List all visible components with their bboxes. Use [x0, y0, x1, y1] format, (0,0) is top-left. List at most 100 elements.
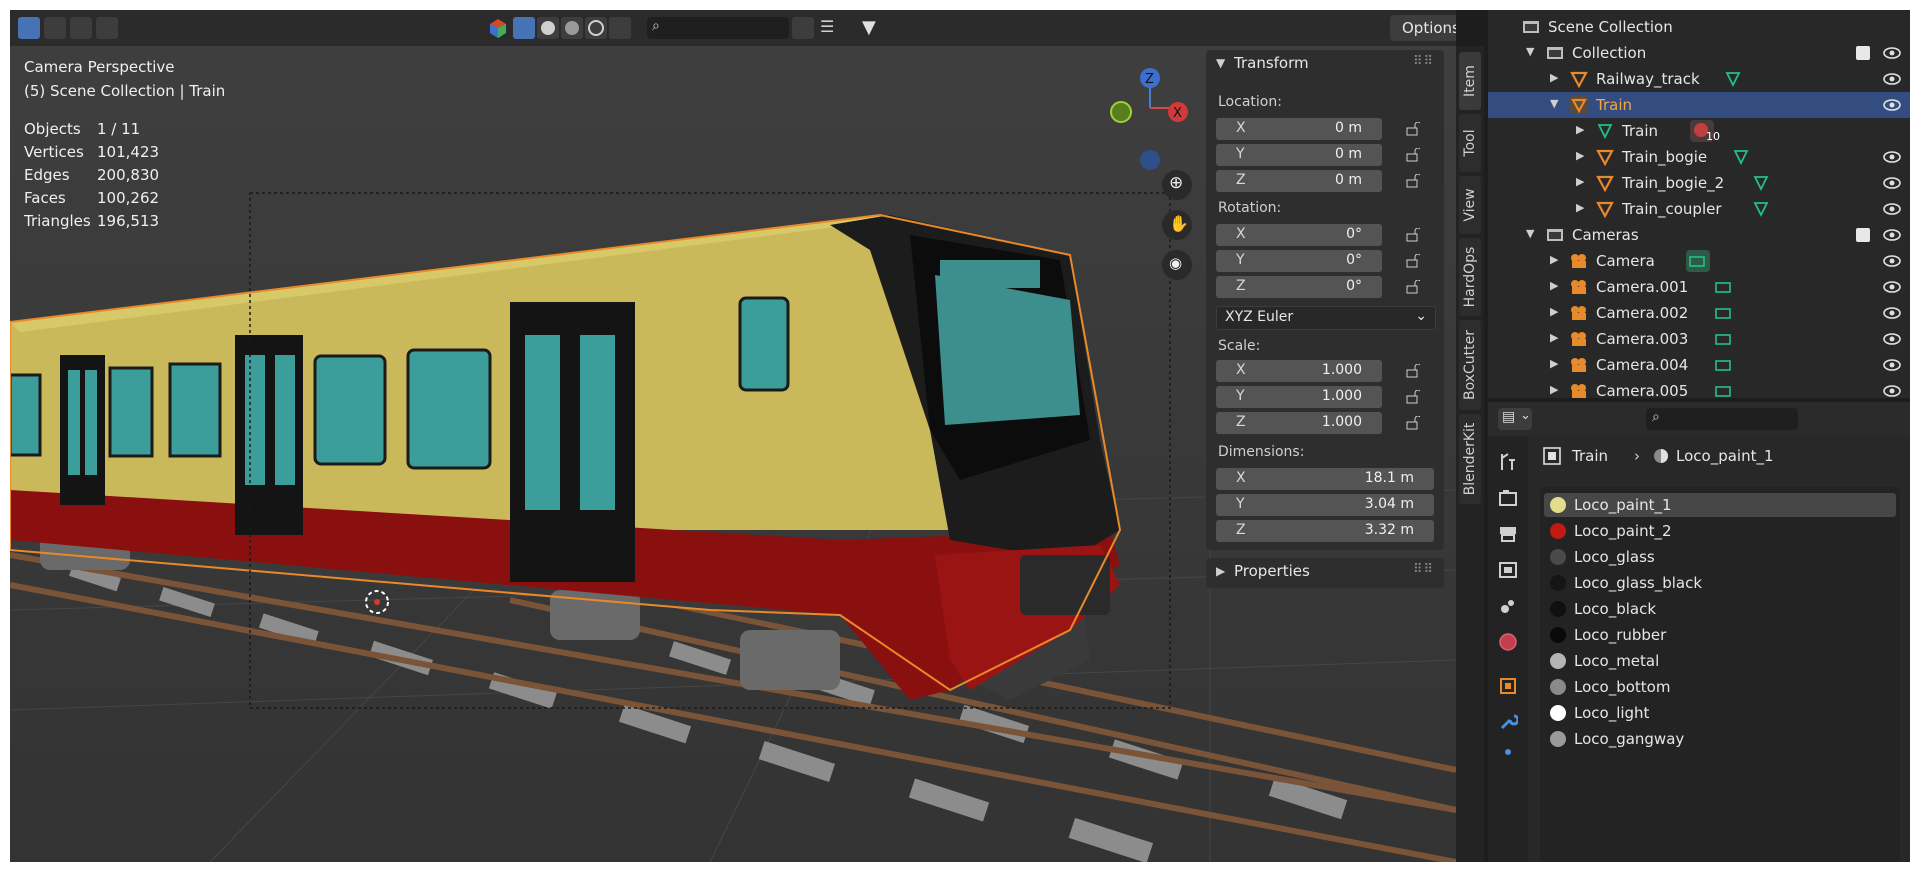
- lock-icon[interactable]: [1406, 390, 1420, 404]
- drag-grip-icon[interactable]: ⠿⠿: [1413, 54, 1434, 69]
- 3d-viewport[interactable]: ⌕ ☰ ▼ Options ⌄ Camera Perspective (5) S…: [10, 10, 1456, 862]
- eye-icon[interactable]: [1883, 71, 1901, 87]
- eye-icon[interactable]: [1883, 383, 1901, 398]
- collapse-arrow-icon[interactable]: ▼: [1550, 97, 1558, 110]
- scale-y-field[interactable]: Y 1.000: [1216, 386, 1382, 408]
- outliner-row[interactable]: Scene Collection: [1488, 14, 1910, 40]
- location-y-field[interactable]: Y 0 m: [1216, 144, 1382, 166]
- eye-icon[interactable]: [1883, 305, 1901, 321]
- expand-arrow-icon[interactable]: ▶: [1550, 383, 1558, 396]
- camera-data-icon[interactable]: [1714, 278, 1732, 296]
- outliner-row[interactable]: ▶ Camera.004: [1488, 352, 1910, 378]
- lock-icon[interactable]: [1406, 148, 1420, 162]
- tab-blenderkit[interactable]: BlenderKit: [1459, 414, 1481, 504]
- location-x-field[interactable]: X 0 m: [1216, 118, 1382, 140]
- material-shading-icon[interactable]: [561, 17, 583, 39]
- object-icon[interactable]: [1498, 676, 1518, 696]
- properties-header[interactable]: ▶ Properties ⠿⠿: [1206, 558, 1444, 586]
- tab-hardops[interactable]: HardOps: [1459, 238, 1481, 316]
- camera-data-icon[interactable]: [1714, 330, 1732, 348]
- output-icon[interactable]: [1498, 524, 1518, 544]
- outliner-row[interactable]: ▶ Camera.003: [1488, 326, 1910, 352]
- collapse-arrow-icon[interactable]: ▼: [1526, 227, 1534, 240]
- dimension-z-field[interactable]: Z 3.32 m: [1216, 520, 1434, 542]
- expand-arrow-icon[interactable]: ▶: [1576, 149, 1584, 162]
- list-item[interactable]: Loco_glass: [1544, 545, 1896, 569]
- rotation-y-field[interactable]: Y 0°: [1216, 250, 1382, 272]
- expand-arrow-icon[interactable]: ▶: [1550, 71, 1558, 84]
- expand-arrow-icon[interactable]: ▶: [1550, 357, 1558, 370]
- eye-icon[interactable]: [1883, 45, 1901, 61]
- y-axis-handle[interactable]: [1110, 101, 1132, 123]
- outliner-row[interactable]: ▶ Train_bogie_2: [1488, 170, 1910, 196]
- eye-icon[interactable]: [1883, 279, 1901, 295]
- chevron-down-icon[interactable]: [792, 17, 814, 39]
- lock-icon[interactable]: [1406, 174, 1420, 188]
- select-box-mode-icon[interactable]: [18, 17, 40, 39]
- eye-icon[interactable]: [1883, 175, 1901, 191]
- lock-icon[interactable]: [1406, 364, 1420, 378]
- tool-settings-icon[interactable]: [1498, 452, 1518, 472]
- expand-arrow-icon[interactable]: ▶: [1576, 175, 1584, 188]
- outliner-row[interactable]: ▶ Camera.001: [1488, 274, 1910, 300]
- tab-boxcutter[interactable]: BoxCutter: [1459, 320, 1481, 410]
- outliner-row[interactable]: ▶ Camera: [1488, 248, 1910, 274]
- outliner-row[interactable]: ▶ Train 10: [1488, 118, 1910, 144]
- transform-header[interactable]: ▼ Transform ⠿⠿: [1206, 50, 1444, 78]
- eye-icon[interactable]: [1883, 357, 1901, 373]
- list-item[interactable]: Loco_gangway: [1544, 727, 1896, 751]
- filter-list-icon[interactable]: ☰: [820, 17, 842, 39]
- collapse-arrow-icon[interactable]: ▼: [1526, 45, 1534, 58]
- outliner-row[interactable]: ▶ Camera.002: [1488, 300, 1910, 326]
- list-item[interactable]: Loco_rubber: [1544, 623, 1896, 647]
- lock-icon[interactable]: [1406, 280, 1420, 294]
- solid-shading-icon[interactable]: [537, 17, 559, 39]
- camera-data-icon[interactable]: [1714, 382, 1732, 398]
- scale-z-field[interactable]: Z 1.000: [1216, 412, 1382, 434]
- scene-icon[interactable]: [1498, 596, 1518, 616]
- navigation-gizmo[interactable]: Z X: [1090, 60, 1190, 170]
- tab-tool[interactable]: Tool: [1459, 114, 1481, 172]
- checkbox-icon[interactable]: [1856, 228, 1870, 242]
- rotation-x-field[interactable]: X 0°: [1216, 224, 1382, 246]
- eye-icon[interactable]: [1883, 201, 1901, 217]
- list-item[interactable]: Loco_bottom: [1544, 675, 1896, 699]
- expand-arrow-icon[interactable]: ▶: [1550, 279, 1558, 292]
- properties-search-input[interactable]: ⌕: [1646, 408, 1798, 430]
- rotation-mode-select[interactable]: XYZ Euler ⌄: [1216, 306, 1436, 330]
- camera-data-icon[interactable]: [1686, 250, 1710, 272]
- particles-icon[interactable]: [1498, 742, 1518, 762]
- list-item[interactable]: Loco_glass_black: [1544, 571, 1896, 595]
- render-icon[interactable]: [1498, 488, 1518, 508]
- select-extend-mode-icon[interactable]: [44, 17, 66, 39]
- brush-icon[interactable]: [609, 17, 631, 39]
- list-item[interactable]: Loco_paint_2: [1544, 519, 1896, 543]
- eye-icon[interactable]: [1883, 253, 1901, 269]
- zoom-icon[interactable]: ⊕: [1162, 170, 1192, 200]
- expand-arrow-icon[interactable]: ▶: [1550, 305, 1558, 318]
- neg-z-axis-handle[interactable]: [1140, 150, 1160, 170]
- scale-x-field[interactable]: X 1.000: [1216, 360, 1382, 382]
- options-dropdown[interactable]: Options ⌄: [1390, 15, 1456, 41]
- drag-grip-icon[interactable]: ⠿⠿: [1413, 562, 1434, 577]
- modifier-wrench-icon[interactable]: [1498, 712, 1518, 732]
- outliner-row[interactable]: ▼ Train: [1488, 92, 1910, 118]
- mesh-data-icon[interactable]: [1724, 70, 1742, 88]
- tab-view[interactable]: View: [1459, 176, 1481, 234]
- rotation-z-field[interactable]: Z 0°: [1216, 276, 1382, 298]
- pan-hand-icon[interactable]: ✋: [1162, 210, 1192, 240]
- wireframe-shading-icon[interactable]: [513, 17, 535, 39]
- camera-data-icon[interactable]: [1714, 304, 1732, 322]
- outliner-row[interactable]: ▼ Collection: [1488, 40, 1910, 66]
- editor-type-dropdown[interactable]: ▤ ⌄: [1498, 408, 1532, 430]
- checkbox-icon[interactable]: [1856, 46, 1870, 60]
- mesh-data-icon[interactable]: [1732, 148, 1750, 166]
- list-item[interactable]: Loco_black: [1544, 597, 1896, 621]
- camera-view-icon[interactable]: ◉: [1162, 250, 1192, 280]
- eye-icon[interactable]: [1883, 97, 1901, 113]
- dimension-x-field[interactable]: X 18.1 m: [1216, 468, 1434, 490]
- expand-arrow-icon[interactable]: ▶: [1550, 331, 1558, 344]
- lock-icon[interactable]: [1406, 416, 1420, 430]
- location-z-field[interactable]: Z 0 m: [1216, 170, 1382, 192]
- list-item[interactable]: Loco_light: [1544, 701, 1896, 725]
